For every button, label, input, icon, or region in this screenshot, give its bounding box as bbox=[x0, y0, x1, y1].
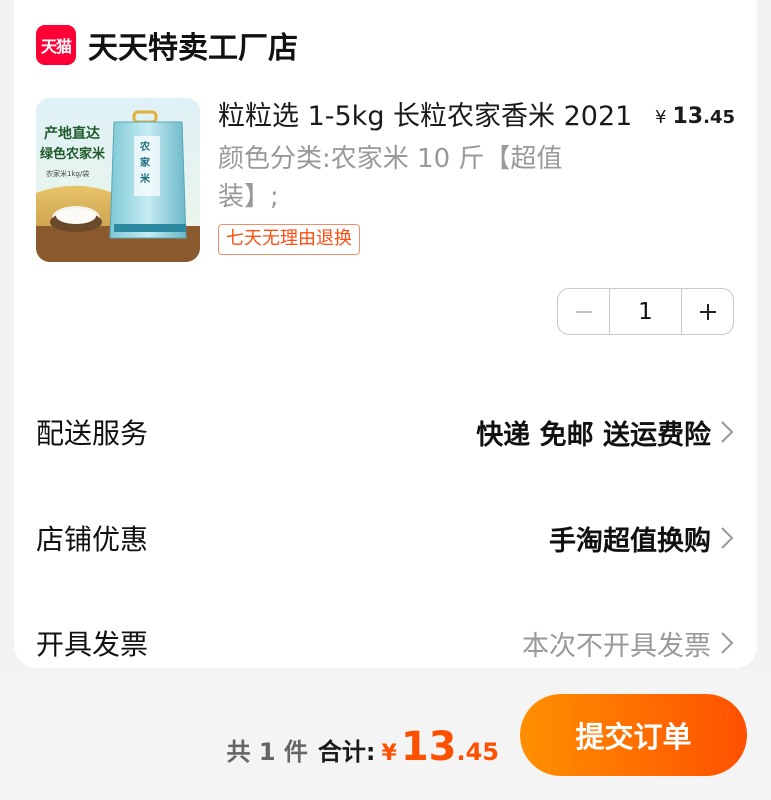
rice-bag-image: 产地直达 绿色农家米 农家米1kg/袋 农 家 米 bbox=[36, 98, 200, 262]
store-discount-value: 手淘超值换购 bbox=[549, 525, 711, 557]
delivery-service-value-wrap: 快递 免邮 送运费险 bbox=[476, 413, 735, 452]
decrease-quantity-button[interactable] bbox=[558, 289, 610, 334]
svg-text:农: 农 bbox=[139, 140, 150, 153]
product-title[interactable]: 粒粒选 1-5kg 长粒农家香米 2021 bbox=[218, 98, 648, 136]
order-card: 天猫 天天特卖工厂店 产地直达 绿色农家米 农家米1kg/袋 农 家 米 粒粒选… bbox=[14, 0, 757, 668]
store-discount-value-wrap: 手淘超值换购 bbox=[549, 519, 735, 558]
svg-text:米: 米 bbox=[140, 172, 151, 185]
product-price: ¥13.45 bbox=[655, 104, 735, 129]
invoice-label: 开具发票 bbox=[36, 628, 149, 661]
total-label: 合计: bbox=[317, 738, 376, 766]
tmall-logo-icon: 天猫 bbox=[36, 25, 76, 65]
store-discount-row[interactable]: 店铺优惠 手淘超值换购 bbox=[36, 514, 735, 562]
delivery-service-label: 配送服务 bbox=[36, 417, 149, 450]
order-total: 共 1 件 合计: ¥ 13 .45 bbox=[226, 724, 499, 770]
store-header[interactable]: 天猫 天天特卖工厂店 bbox=[36, 22, 298, 68]
invoice-row[interactable]: 开具发票 本次不开具发票 bbox=[36, 619, 735, 667]
quantity-stepper: 1 bbox=[557, 288, 734, 335]
svg-text:家: 家 bbox=[140, 156, 151, 169]
price-currency: ¥ bbox=[655, 107, 667, 128]
delivery-service-row[interactable]: 配送服务 快递 免邮 送运费险 bbox=[36, 408, 735, 456]
plus-icon bbox=[699, 303, 716, 320]
image-text-3: 农家米1kg/袋 bbox=[46, 169, 89, 178]
chevron-right-icon bbox=[721, 527, 734, 549]
submit-order-button[interactable]: 提交订单 bbox=[520, 694, 747, 776]
product-variant[interactable]: 颜色分类:农家米 10 斤【超值装】; bbox=[218, 140, 618, 216]
invoice-value-wrap: 本次不开具发票 bbox=[522, 624, 735, 663]
total-integer: 13 bbox=[400, 724, 457, 770]
chevron-right-icon bbox=[721, 421, 734, 443]
quantity-value[interactable]: 1 bbox=[610, 289, 681, 334]
image-text-1: 产地直达 bbox=[44, 125, 100, 142]
chevron-right-icon bbox=[721, 632, 734, 654]
store-discount-label: 店铺优惠 bbox=[36, 523, 149, 556]
price-integer: 13 bbox=[672, 104, 704, 129]
price-decimal: .45 bbox=[703, 107, 735, 128]
total-currency: ¥ bbox=[381, 741, 397, 766]
minus-icon bbox=[575, 310, 592, 313]
store-name[interactable]: 天天特卖工厂店 bbox=[88, 23, 298, 67]
return-policy-badge: 七天无理由退换 bbox=[218, 224, 360, 255]
image-text-2: 绿色农家米 bbox=[40, 146, 106, 162]
invoice-value: 本次不开具发票 bbox=[522, 630, 711, 662]
increase-quantity-button[interactable] bbox=[681, 289, 733, 334]
product-image[interactable]: 产地直达 绿色农家米 农家米1kg/袋 农 家 米 bbox=[36, 98, 200, 262]
item-count: 共 1 件 bbox=[226, 738, 308, 766]
delivery-service-value: 快递 免邮 送运费险 bbox=[476, 419, 711, 451]
total-decimal: .45 bbox=[456, 738, 499, 766]
